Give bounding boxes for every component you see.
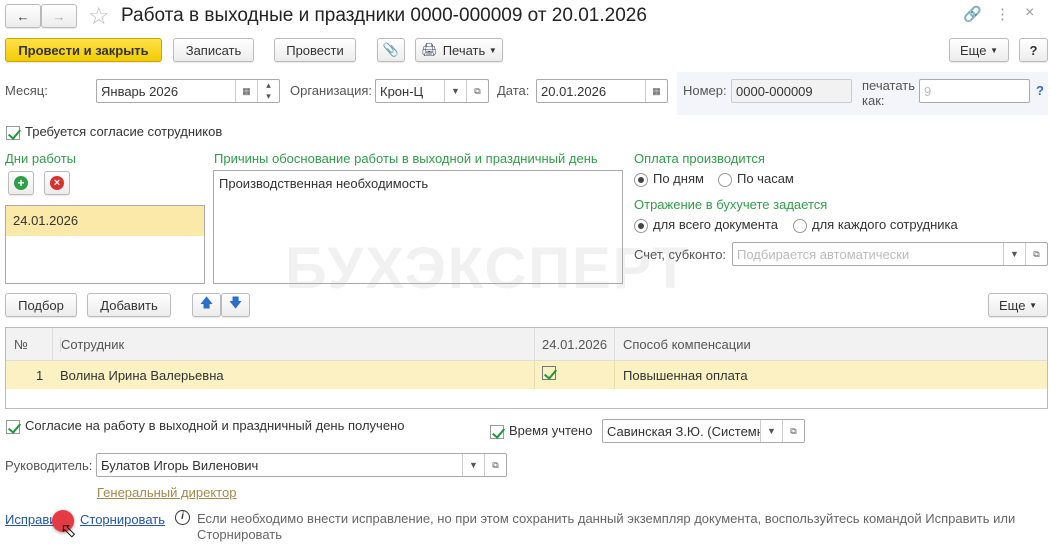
employees-table: № Сотрудник 24.01.2026 Способ компенсаци… (5, 327, 1048, 409)
printer-icon: 🖨 (421, 42, 438, 57)
time-counted-checkbox[interactable]: Время учтено (490, 423, 592, 439)
chevron-down-icon[interactable]: ▼ (462, 454, 484, 476)
help-button[interactable]: ? (1019, 38, 1048, 62)
days-title: Дни работы (5, 151, 77, 166)
star-icon[interactable]: ☆ (88, 2, 110, 31)
days-list[interactable]: 24.01.2026 (5, 205, 205, 284)
radio-by-hours[interactable]: По часам (718, 171, 794, 187)
time-user-select[interactable]: Савинская З.Ю. (Системн ▼ ⧉ (602, 419, 805, 443)
open-icon[interactable]: ⧉ (782, 420, 804, 442)
list-item[interactable]: 24.01.2026 (6, 206, 204, 236)
storno-link[interactable]: Сторнировать (80, 512, 165, 527)
manager-position-link[interactable]: Генеральный директор (97, 485, 236, 500)
open-icon[interactable]: ⧉ (1025, 243, 1047, 265)
reasons-textarea[interactable]: Производственная необходимость (213, 170, 623, 284)
info-icon: i (175, 510, 190, 525)
forward-button[interactable]: → (41, 4, 77, 28)
payment-title: Оплата производится (634, 151, 765, 166)
attach-button[interactable]: 📎 (377, 38, 405, 62)
move-up-button[interactable]: 🡅 (192, 293, 221, 317)
print-as-label: печатать как: (862, 78, 916, 108)
manager-label: Руководитель: (5, 458, 93, 473)
number-input[interactable]: 0000-000009 (731, 79, 852, 103)
calendar-icon[interactable]: ▦ (645, 80, 667, 102)
delete-day-button[interactable]: × (44, 171, 70, 195)
save-button[interactable]: Записать (173, 38, 254, 62)
date-label: Дата: (497, 83, 530, 98)
open-icon[interactable]: ⧉ (466, 80, 488, 102)
org-label: Организация: (290, 83, 373, 98)
radio-each-employee[interactable]: для каждого сотрудника (793, 217, 958, 233)
post-button[interactable]: Провести (274, 38, 356, 62)
radio-by-days[interactable]: По дням (634, 171, 704, 187)
print-button[interactable]: 🖨 Печать ▼ (415, 38, 503, 62)
radio-whole-document[interactable]: для всего документа (634, 217, 778, 233)
reasons-title: Причины обоснование работы в выходной и … (214, 151, 598, 166)
more-button[interactable]: Еще ▼ (949, 38, 1009, 62)
date-input[interactable]: 20.01.2026 ▦ (536, 79, 668, 103)
menu-dots-icon[interactable]: ⋮ (995, 5, 1010, 23)
close-icon[interactable]: × (1025, 4, 1034, 22)
plus-icon: + (14, 176, 28, 190)
month-input[interactable]: Январь 2026 ▦ ▴ ▾ (96, 79, 280, 103)
open-icon[interactable]: ⧉ (484, 454, 506, 476)
month-label: Месяц: (5, 83, 48, 98)
worked-checkbox[interactable] (542, 364, 561, 380)
account-label: Счет, субконто: (634, 247, 727, 262)
paperclip-icon: 📎 (382, 42, 400, 57)
delete-icon: × (50, 176, 64, 190)
add-day-button[interactable]: + (8, 171, 34, 195)
help-link[interactable]: ? (1036, 83, 1044, 98)
add-button[interactable]: Добавить (87, 293, 171, 317)
table-more-button[interactable]: Еще ▼ (988, 293, 1048, 317)
calendar-icon[interactable]: ▦ (235, 80, 257, 102)
move-down-button[interactable]: 🡇 (221, 293, 250, 317)
consent-received-checkbox[interactable]: Согласие на работу в выходной и празднич… (6, 418, 404, 434)
table-header: № Сотрудник 24.01.2026 Способ компенсаци… (6, 328, 1047, 361)
chevron-down-icon[interactable]: ▼ (1003, 243, 1025, 265)
reflect-title: Отражение в бухучете задается (634, 197, 828, 212)
account-select[interactable]: Подбирается автоматически ▼ ⧉ (732, 242, 1048, 266)
spinner[interactable]: ▴ ▾ (257, 80, 279, 102)
table-row[interactable]: 1 Волина Ирина Валерьевна Повышенная опл… (6, 361, 1047, 389)
org-select[interactable]: Крон-Ц ▼ ⧉ (375, 79, 489, 103)
back-button[interactable]: ← (5, 4, 41, 28)
cursor-icon: ⬁ (60, 520, 77, 542)
chevron-down-icon[interactable]: ▼ (444, 80, 466, 102)
chevron-down-icon[interactable]: ▼ (760, 420, 782, 442)
consent-required-checkbox[interactable]: Требуется согласие сотрудников (6, 124, 222, 140)
number-label: Номер: (683, 83, 727, 98)
manager-select[interactable]: Булатов Игорь Виленович ▼ ⧉ (96, 453, 507, 477)
pick-button[interactable]: Подбор (5, 293, 77, 317)
print-as-input[interactable]: 9 (919, 79, 1030, 103)
link-icon[interactable]: 🔗 (963, 5, 982, 23)
post-and-close-button[interactable]: Провести и закрыть (5, 38, 162, 62)
info-text: Если необходимо внести исправление, но п… (197, 511, 1016, 542)
window-title: Работа в выходные и праздники 0000-00000… (121, 5, 647, 26)
